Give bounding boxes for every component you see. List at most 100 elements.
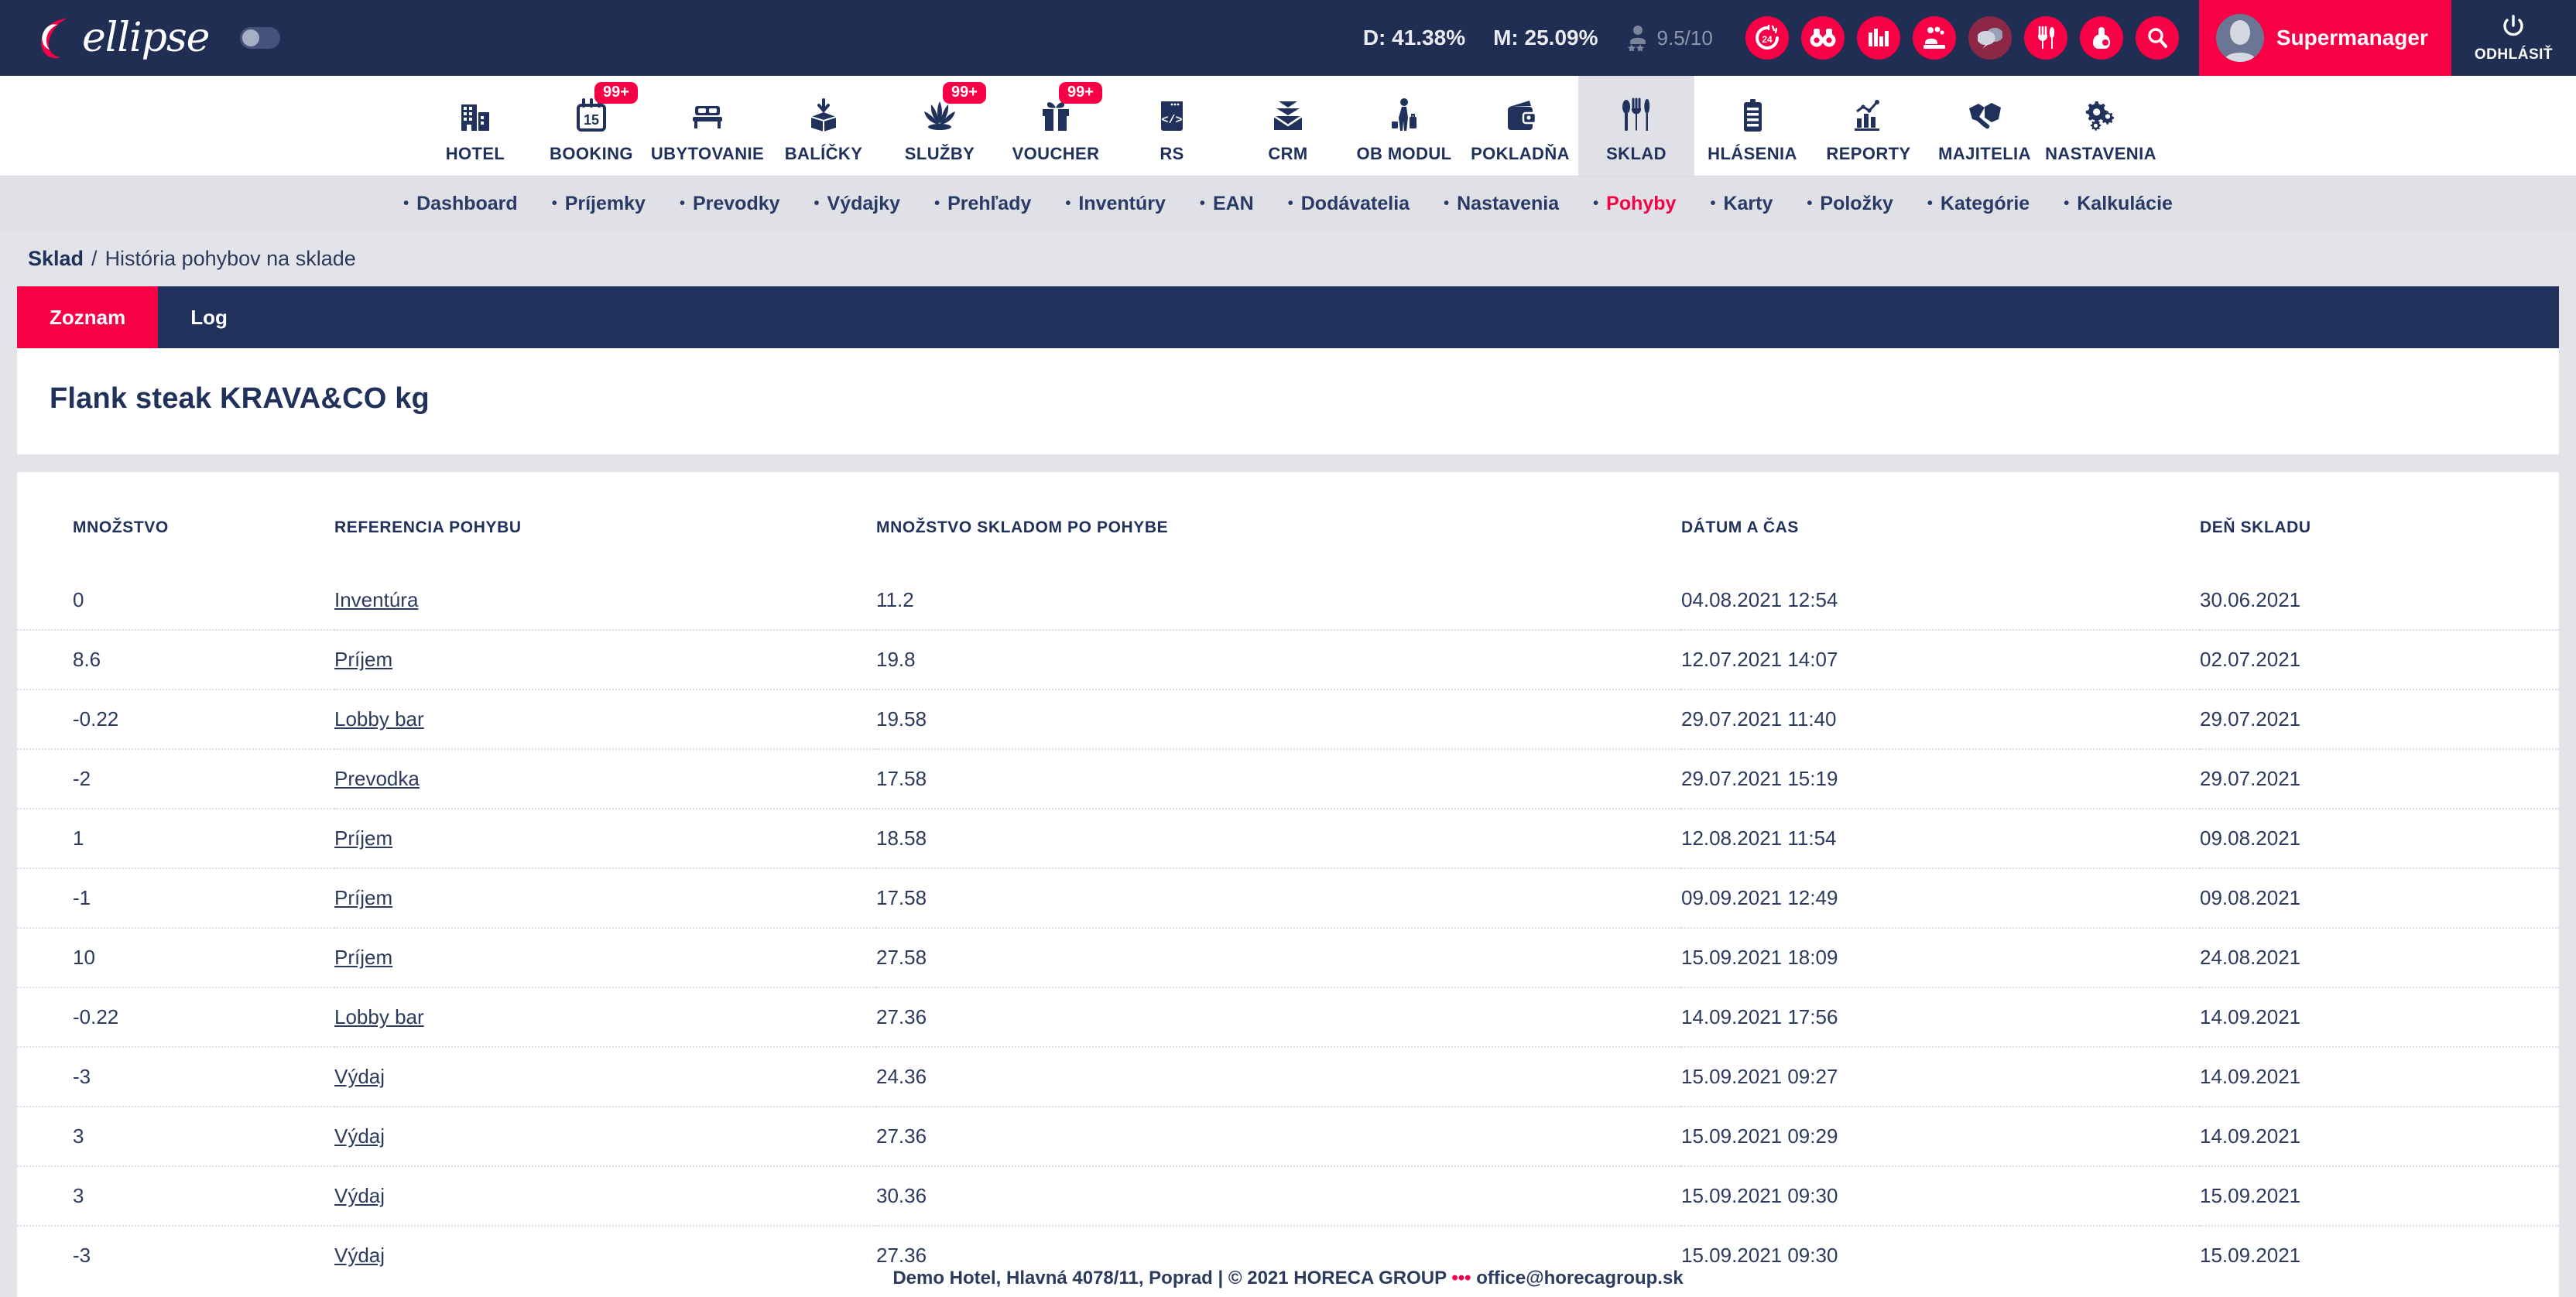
nav-label: UBYTOVANIE <box>650 143 765 163</box>
subnav-item-dodavatelia[interactable]: • Dodávatelia <box>1271 193 1427 215</box>
nav-item-booking[interactable]: 99+ 15 BOOKING <box>533 76 649 176</box>
subnav-label: EAN <box>1212 192 1254 214</box>
report-icon <box>1851 94 1886 136</box>
restaurant-icon[interactable] <box>2023 16 2067 60</box>
user-name-label: Supermanager <box>2276 26 2428 50</box>
gears-icon <box>2082 94 2119 136</box>
cell-stock-after: 17.58 <box>876 868 1681 928</box>
binoculars-icon[interactable] <box>1800 16 1845 60</box>
user-menu[interactable]: Supermanager <box>2198 0 2451 76</box>
cell-datetime: 15.09.2021 09:30 <box>1681 1165 2200 1226</box>
cell-reference: Príjem <box>334 927 876 987</box>
footer-email[interactable]: office@horecagroup.sk <box>1476 1268 1683 1288</box>
subnav-item-kalkulacie[interactable]: • Kalkulácie <box>2047 193 2190 215</box>
guest-rating: 9.5/10 <box>1626 25 1713 51</box>
nav-label: CRM <box>1268 143 1308 163</box>
tab-zoznam[interactable]: Zoznam <box>17 286 159 348</box>
subnav-item-vydajky[interactable]: • Výdajky <box>797 193 918 215</box>
nav-item-pokladna[interactable]: POKLADŇA <box>1462 76 1578 176</box>
nav-item-balicky[interactable]: BALÍČKY <box>766 76 882 176</box>
sub-navigation: • Dashboard • Príjemky • Prevodky • Výdajky … <box>0 176 2576 231</box>
reference-link[interactable]: Lobby bar <box>334 1005 424 1028</box>
nav-item-nastavenia[interactable]: NASTAVENIA <box>2043 76 2159 176</box>
nav-item-sklad[interactable]: SKLAD <box>1578 76 1694 176</box>
breadcrumb: Sklad / História pohybov na sklade <box>0 231 2576 286</box>
nav-item-hlasenia[interactable]: HLÁSENIA <box>1694 76 1810 176</box>
subnav-item-karty[interactable]: • Karty <box>1693 193 1790 215</box>
reference-link[interactable]: Prevodka <box>334 767 420 790</box>
bar-chart-icon[interactable] <box>1856 16 1900 60</box>
cell-stock-day: 14.09.2021 <box>2200 1046 2559 1107</box>
reception-icon[interactable] <box>1912 16 1956 60</box>
nav-item-rs[interactable]: </> RS <box>1114 76 1230 176</box>
cell-datetime: 04.08.2021 12:54 <box>1681 588 1838 611</box>
table-row: 0 Inventúra 11.2 04.08.2021 12:54 30.06.… <box>17 571 2559 630</box>
reference-link[interactable]: Príjem <box>334 648 392 671</box>
nav-item-hotel[interactable]: HOTEL <box>417 76 533 176</box>
reference-link[interactable]: Príjem <box>334 826 392 850</box>
subnav-label: Nastavenia <box>1457 192 1560 214</box>
subnav-item-prevodky[interactable]: • Prevodky <box>663 193 797 215</box>
cell-stock-after: 24.36 <box>876 1046 1681 1107</box>
reference-link[interactable]: Lobby bar <box>334 707 424 731</box>
col-header-datetime: DÁTUM A ČAS <box>1681 518 1800 536</box>
subnav-item-dashboard[interactable]: • Dashboard <box>386 193 535 215</box>
ellipse-logo[interactable]: ellipse <box>34 15 210 61</box>
subnav-item-pohyby[interactable]: • Pohyby <box>1576 193 1693 215</box>
subnav-item-polozky[interactable]: • Položky <box>1790 193 1910 215</box>
bullet-icon: • <box>551 194 557 212</box>
nav-item-crm[interactable]: CRM <box>1230 76 1346 176</box>
reference-link[interactable]: Výdaj <box>334 1065 385 1088</box>
cell-stock-day: 09.08.2021 <box>2200 808 2559 868</box>
header-right-cluster: D: 41.38% M: 25.09% 9.5/10 24 Supermanag… <box>1363 0 2576 76</box>
buildings-icon <box>457 94 494 136</box>
reference-link[interactable]: Príjem <box>334 946 392 969</box>
cell-datetime: 12.08.2021 11:54 <box>1681 808 2200 868</box>
subnav-item-prijemky[interactable]: • Príjemky <box>535 193 663 215</box>
nav-badge: 99+ <box>1059 82 1102 104</box>
brand-name: ellipse <box>82 15 210 61</box>
reference-link[interactable]: Inventúra <box>334 588 418 611</box>
reference-link[interactable]: Výdaj <box>334 1184 385 1207</box>
subnav-item-prehlady[interactable]: • Prehľady <box>917 193 1048 215</box>
cell-stock-after: 11.2 <box>876 588 914 611</box>
cell-reference: Inventúra <box>334 571 876 630</box>
code-icon: </> <box>1155 94 1189 136</box>
clock-24-icon[interactable]: 24 <box>1745 16 1789 60</box>
nav-item-ubytovanie[interactable]: UBYTOVANIE <box>649 76 766 176</box>
avatar <box>2215 14 2264 62</box>
nav-item-sluzby[interactable]: 99+ SLUŽBY <box>882 76 998 176</box>
col-header-reference: REFERENCIA POHYBU <box>334 518 522 536</box>
nav-item-reporty[interactable]: REPORTY <box>1810 76 1927 176</box>
bullet-icon: • <box>1444 194 1450 212</box>
nav-item-voucher[interactable]: 99+ VOUCHER <box>998 76 1114 176</box>
bullet-icon: • <box>1807 194 1813 212</box>
reference-link[interactable]: Výdaj <box>334 1124 385 1148</box>
logout-button[interactable]: ODHLÁSIŤ <box>2451 13 2576 63</box>
quick-action-icons: 24 <box>1745 16 2179 60</box>
chat-bubble-icon[interactable] <box>1968 16 2012 60</box>
cell-reference: Príjem <box>334 868 876 928</box>
cell-stock-day: 29.07.2021 <box>2200 748 2559 809</box>
tab-log[interactable]: Log <box>158 286 260 348</box>
bullet-icon: • <box>1287 194 1293 212</box>
subnav-item-nastavenia[interactable]: • Nastavenia <box>1427 193 1576 215</box>
reference-link[interactable]: Výdaj <box>334 1244 385 1267</box>
table-row: -2 Prevodka 17.58 29.07.2021 15:19 29.07… <box>17 748 2559 809</box>
sidebar-toggle[interactable] <box>240 27 281 49</box>
reference-link[interactable]: Príjem <box>334 886 392 909</box>
subnav-item-kategorie[interactable]: • Kategórie <box>1910 193 2047 215</box>
svg-text:15: 15 <box>584 112 599 128</box>
nav-item-majitelia[interactable]: MAJITELIA <box>1927 76 2043 176</box>
subnav-item-inventury[interactable]: • Inventúry <box>1048 193 1183 215</box>
table-row: -1 Príjem 17.58 09.09.2021 12:49 09.08.2… <box>17 868 2559 928</box>
nav-item-ob-modul[interactable]: OB MODUL <box>1346 76 1462 176</box>
nav-label: MAJITELIA <box>1938 143 2031 163</box>
tab-bar: Zoznam Log <box>17 286 2559 348</box>
subnav-label: Inventúry <box>1078 192 1166 214</box>
subnav-item-ean[interactable]: • EAN <box>1183 193 1271 215</box>
search-icon[interactable] <box>2135 16 2179 60</box>
breadcrumb-root[interactable]: Sklad <box>28 247 84 271</box>
traveler-icon <box>1386 94 1423 136</box>
housekeeping-icon[interactable] <box>2079 16 2123 60</box>
